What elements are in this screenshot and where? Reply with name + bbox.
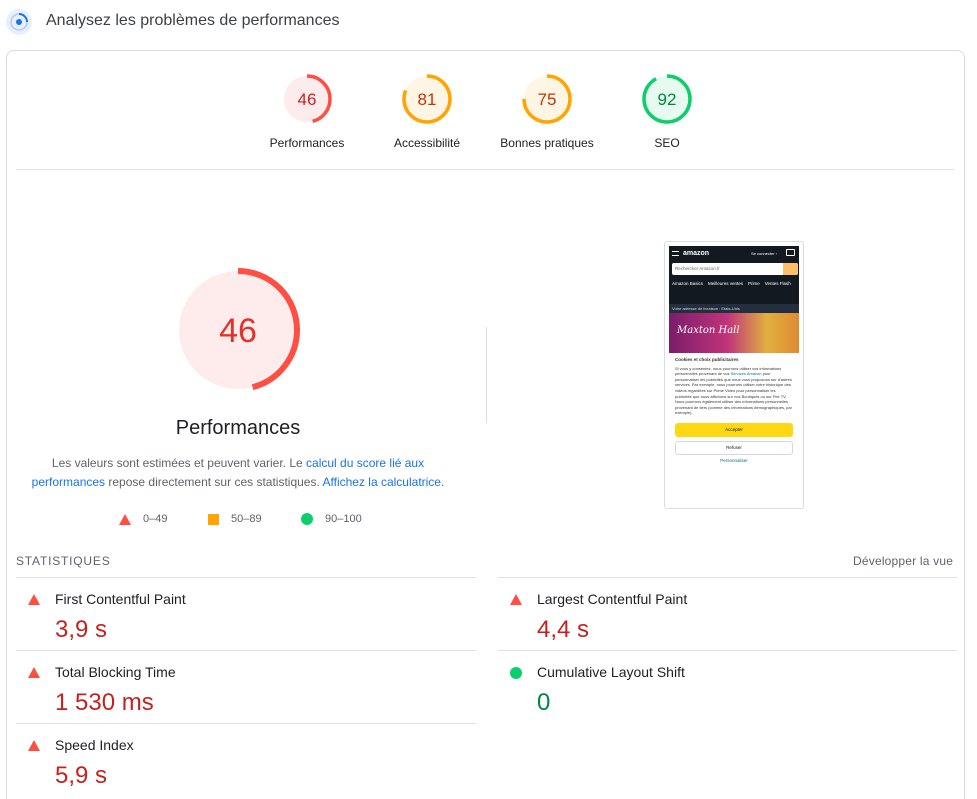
performance-score: 46 (219, 312, 257, 350)
legend-pass: 90–100 (301, 513, 362, 525)
vertical-separator (486, 327, 487, 423)
cart-icon (786, 249, 795, 256)
expand-view-button[interactable]: Développer la vue (853, 554, 953, 568)
report-card: 46 Performances 81 Accessibilité 75 Bonn… (6, 50, 965, 799)
menu-icon (672, 251, 679, 256)
triangle-icon (119, 513, 131, 525)
screenshot-cookie-text: Cookies et choix publicitaires Si vous y… (675, 357, 792, 416)
metric-value: 3,9 s (55, 616, 108, 643)
gauge-label: Bonnes pratiques (500, 136, 594, 150)
metric-name: Cumulative Layout Shift (537, 664, 685, 680)
gauge-ring: 46 (282, 74, 332, 124)
gauge-ring: 75 (522, 74, 572, 124)
fail-triangle-icon (510, 594, 522, 605)
pass-circle-icon (510, 667, 522, 679)
metric-total-blocking-time: Total Blocking Time 1 530 ms (16, 650, 476, 722)
screenshot-location: Votre adresse de livraison : Etats-Unis (669, 304, 799, 313)
screenshot-accept-button: Accepter (675, 422, 793, 437)
metric-largest-contentful-paint: Largest Contentful Paint 4,4 s (498, 577, 957, 649)
gauge-label: SEO (654, 136, 680, 150)
screenshot-nav: Amazon Basics Meilleures ventes Prime Vente… (672, 281, 791, 286)
section-header: Analysez les problèmes de performances (0, 0, 977, 44)
metric-value: 5,9 s (55, 762, 108, 789)
metric-name: First Contentful Paint (55, 591, 186, 607)
metric-first-contentful-paint: First Contentful Paint 3,9 s (16, 577, 476, 649)
fail-triangle-icon (28, 667, 40, 678)
gauge-ring: 92 (642, 74, 692, 124)
screenshot-search: Rechercher Amazon.fr (672, 263, 798, 275)
metric-value: 4,4 s (537, 616, 590, 643)
performance-title: Performances (175, 417, 301, 439)
page-screenshot[interactable]: amazon Se connecter › Rechercher Amazon.… (664, 241, 804, 509)
gauge-performances[interactable]: 46 Performances (247, 73, 367, 150)
performance-description: Les valeurs sont estimées et peuvent var… (31, 456, 445, 489)
calculator-link[interactable]: Affichez la calculatrice (322, 475, 441, 489)
legend-fail: 0–49 (119, 513, 167, 525)
gauge-score: 46 (298, 90, 317, 109)
square-icon (208, 513, 219, 525)
gauge-score: 75 (538, 90, 557, 109)
gauge-bonnes-pratiques[interactable]: 75 Bonnes pratiques (487, 73, 607, 150)
screenshot-login: Se connecter › (750, 251, 777, 256)
screenshot-header: amazon Se connecter › Rechercher Amazon.… (669, 246, 799, 304)
gauge-ring: 81 (402, 74, 452, 124)
metric-name: Total Blocking Time (55, 664, 176, 680)
gauge-accessibilite[interactable]: 81 Accessibilité (367, 73, 487, 150)
gauge-score: 92 (658, 90, 677, 109)
gauge-label: Accessibilité (393, 136, 461, 150)
fail-triangle-icon (28, 594, 40, 605)
fail-triangle-icon (28, 740, 40, 751)
metric-value: 0 (537, 689, 551, 716)
section-title: Analysez les problèmes de performances (46, 12, 340, 29)
gauge-score: 81 (418, 90, 437, 109)
performance-gauge: 46 (173, 265, 303, 395)
metric-name: Speed Index (55, 737, 134, 753)
amazon-logo: amazon (683, 250, 710, 257)
gauge-label: Performances (269, 136, 345, 150)
metric-value: 1 530 ms (55, 689, 154, 716)
lighthouse-icon (6, 9, 32, 35)
metric-cumulative-layout-shift: Cumulative Layout Shift 0 (498, 650, 957, 722)
screenshot-banner: Maxton Hall (669, 313, 799, 353)
gauge-seo[interactable]: 92 SEO (607, 73, 727, 150)
screenshot-refuse-button: Refuser (675, 440, 793, 455)
screenshot-customize-link: Personnaliser (720, 457, 748, 463)
stats-title: STATISTIQUES (16, 554, 111, 568)
legend-average: 50–89 (208, 513, 262, 525)
circle-icon (301, 513, 313, 525)
metric-speed-index: Speed Index 5,9 s (16, 723, 476, 795)
metric-name: Largest Contentful Paint (537, 591, 688, 607)
search-icon (783, 263, 798, 275)
divider (16, 169, 954, 170)
